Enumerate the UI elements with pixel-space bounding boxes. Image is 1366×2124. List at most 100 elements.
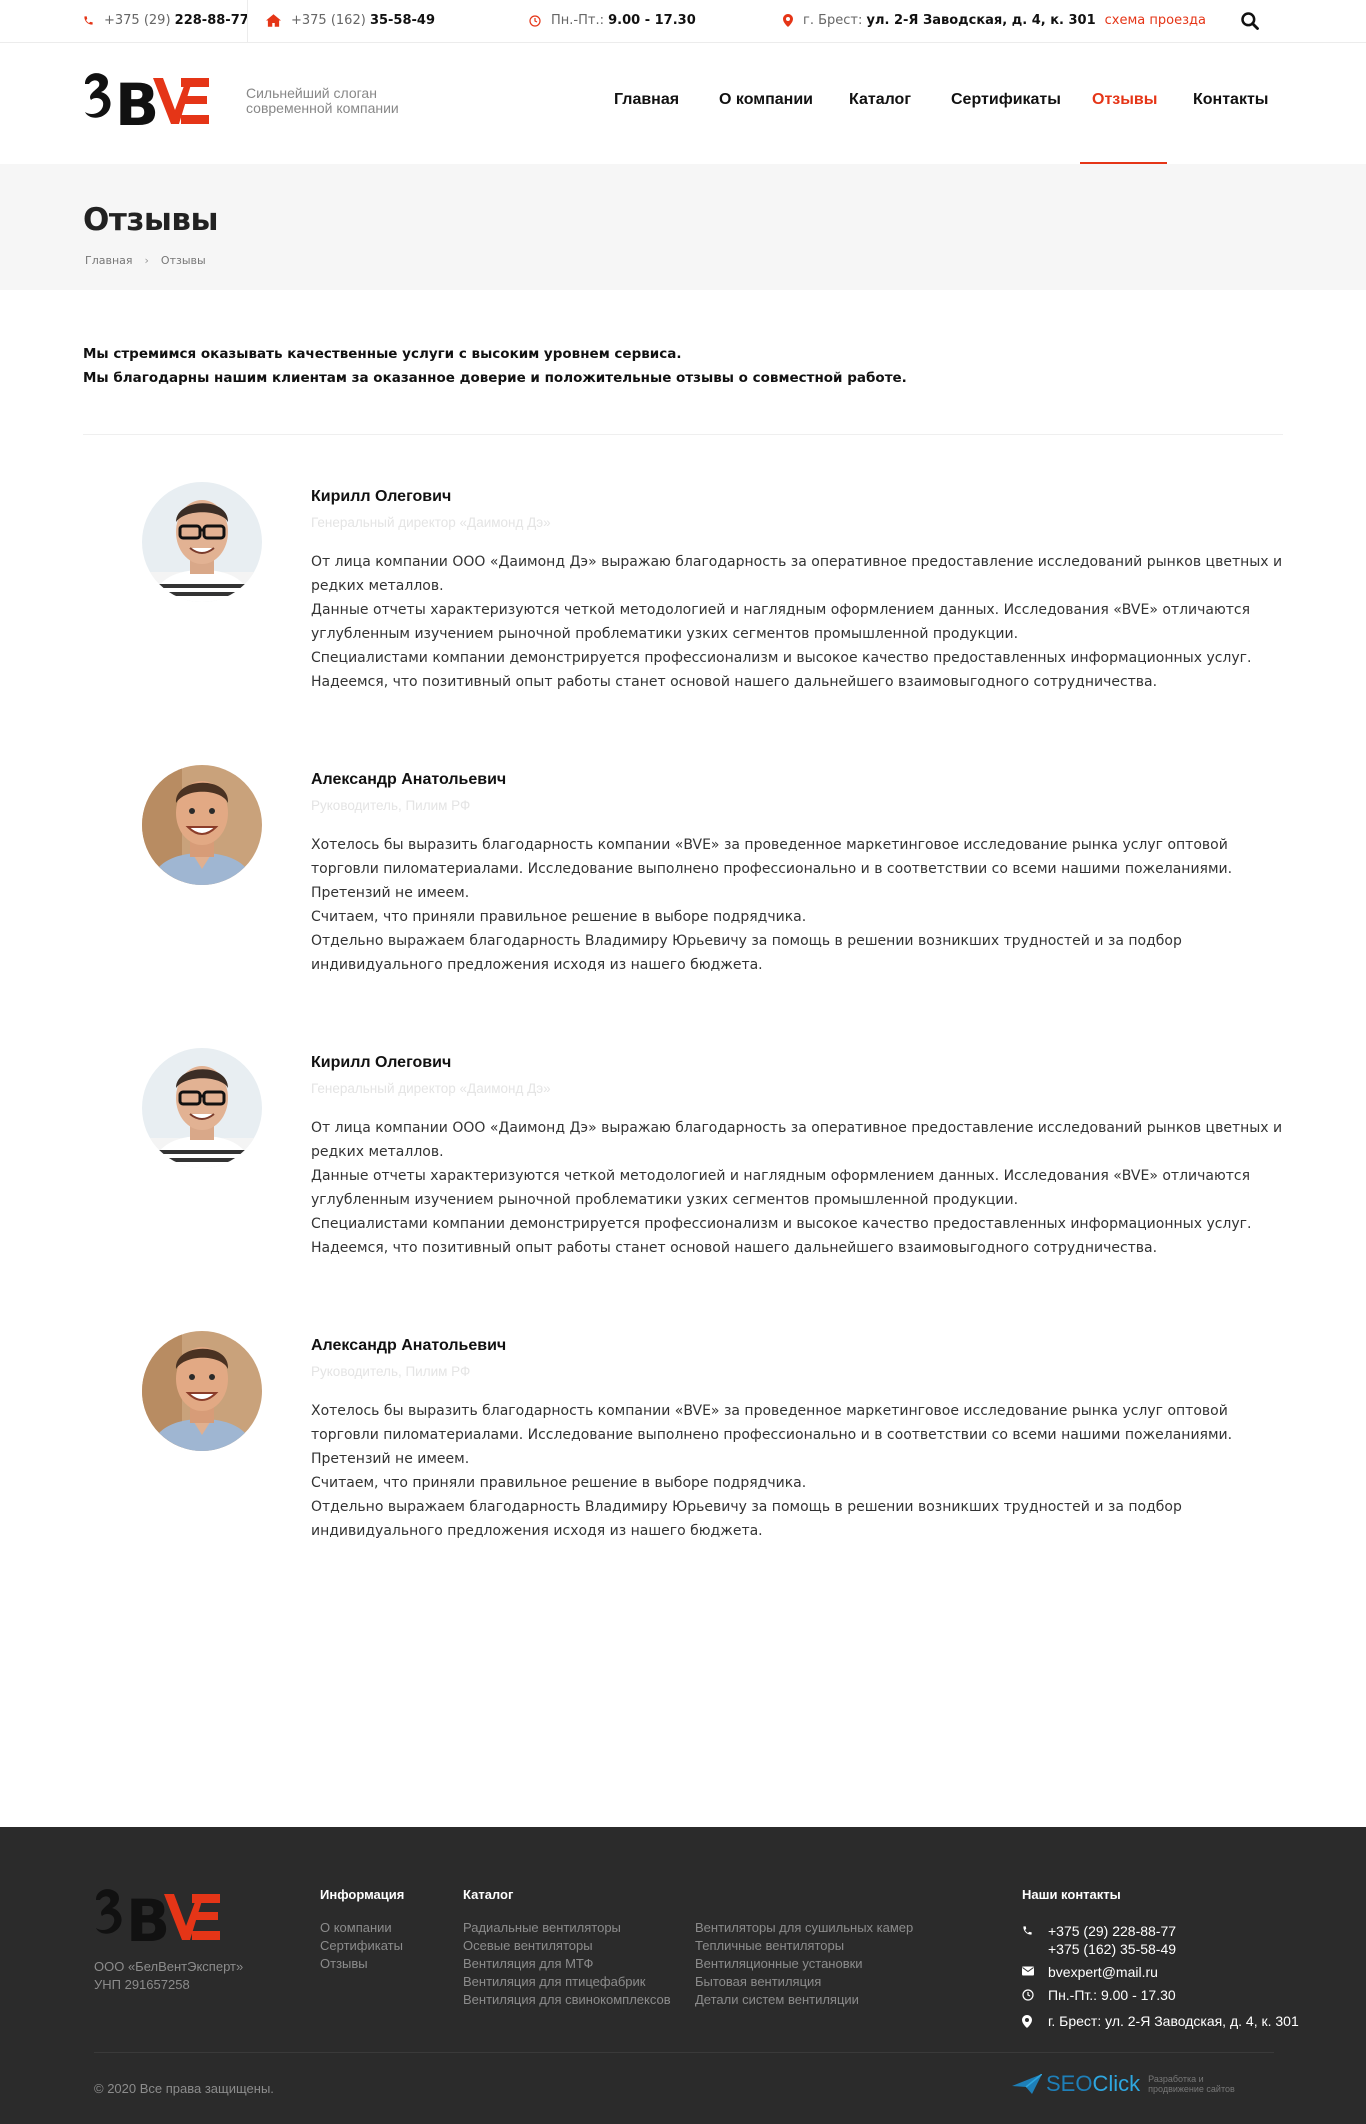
nav-item-reviews[interactable]: Отзывы [1092, 91, 1157, 109]
footer-link[interactable]: Тепличные вентиляторы [695, 1938, 844, 1953]
phone-1-code: +375 (29) [104, 13, 171, 28]
phone-icon [1023, 1926, 1032, 1935]
breadcrumb-home[interactable]: Главная [85, 254, 133, 267]
footer-link[interactable]: Бытовая вентиляция [695, 1974, 821, 1989]
phone-2-code: +375 (162) [291, 13, 366, 28]
clock-icon [529, 14, 541, 27]
developer-tagline-2: продвижение сайтов [1148, 2084, 1235, 2094]
developer-tagline: Разработка и продвижение сайтов [1148, 2074, 1235, 2094]
avatar [142, 482, 262, 602]
footer-catalog-list-2: Вентиляторы для сушильных камер Тепличны… [695, 1919, 913, 2009]
main-nav: Главная О компании Каталог Сертификаты О… [0, 91, 1366, 121]
review-paragraph: Отдельно выражаем благодарность Владимир… [311, 933, 1182, 973]
footer-logo[interactable]: B [94, 1886, 222, 1955]
footer-link[interactable]: Детали систем вентиляции [695, 1992, 859, 2007]
nav-item-contacts[interactable]: Контакты [1193, 91, 1268, 109]
footer-company-info: ООО «БелВентЭксперт» УНП 291657258 [94, 1958, 243, 1994]
address-value: ул. 2-Я Заводская, д. 4, к. 301 [866, 13, 1096, 28]
breadcrumb-current: Отзывы [160, 254, 206, 267]
phone-2-number: 35-58-49 [369, 13, 436, 28]
copyright: © 2020 Все права защищены. [94, 2081, 274, 2096]
review-text: От лица компании ООО «Даимонд Дэ» выража… [311, 1116, 1291, 1260]
footer-link[interactable]: Вентиляция для птицефабрик [463, 1974, 645, 1989]
footer-link[interactable]: Вентиляторы для сушильных камер [695, 1920, 913, 1935]
footer-hours: Пн.-Пт.: 9.00 - 17.30 [1048, 1987, 1176, 2003]
hours-value: 9.00 - 17.30 [608, 13, 696, 28]
developer-tagline-1: Разработка и [1148, 2074, 1204, 2084]
paper-plane-icon [1012, 2074, 1042, 2094]
avatar-man-glasses-icon [142, 482, 262, 602]
review-paragraph: Отдельно выражаем благодарность Владимир… [311, 1499, 1182, 1539]
footer-catalog-title: Каталог [463, 1887, 514, 1902]
footer-hours-row: Пн.-Пт.: 9.00 - 17.30 [1022, 1986, 1299, 2004]
topbar-address: г. Брест: ул. 2-Я Заводская, д. 4, к. 30… [783, 13, 1206, 28]
nav-item-certificates[interactable]: Сертификаты [951, 91, 1061, 109]
footer-phone-1: +375 (29) 228-88-77 [1048, 1923, 1177, 1939]
site-footer: B ООО «БелВентЭксперт» УНП 291657258 Инф… [0, 1827, 1366, 2124]
review-text: Хотелось бы выразить благодарность компа… [311, 1399, 1291, 1543]
footer-email: bvexpert@mail.ru [1048, 1964, 1158, 1980]
developer-badge[interactable]: SEOClick Разработка и продвижение сайтов [1012, 2071, 1235, 2097]
review-paragraph: Считаем, что приняли правильное решение … [311, 909, 807, 925]
page-title: Отзывы [83, 202, 219, 238]
route-map-link[interactable]: схема проезда [1105, 13, 1206, 28]
review-text: От лица компании ООО «Даимонд Дэ» выража… [311, 550, 1291, 694]
page-title-band: Отзывы Главная › Отзывы [0, 164, 1366, 290]
breadcrumb: Главная › Отзывы [85, 254, 206, 267]
review-paragraph: Хотелось бы выразить благодарность компа… [311, 1403, 1233, 1467]
reviewer-role: Генеральный директор «Даимонд Дэ» [311, 1081, 551, 1096]
reviewer-role: Генеральный директор «Даимонд Дэ» [311, 515, 551, 530]
avatar [142, 1048, 262, 1168]
topbar-divider [247, 0, 248, 43]
reviewer-role: Руководитель, Пилим РФ [311, 798, 471, 813]
nav-item-home[interactable]: Главная [614, 91, 679, 109]
footer-contacts-title: Наши контакты [1022, 1887, 1121, 1902]
chevron-right-icon: › [144, 254, 149, 267]
review-paragraph: От лица компании ООО «Даимонд Дэ» выража… [311, 1120, 1283, 1160]
svg-text:B: B [126, 1887, 167, 1948]
footer-company-unp: УНП 291657258 [94, 1977, 190, 1992]
home-icon [266, 14, 281, 27]
nav-item-about[interactable]: О компании [719, 91, 813, 109]
review-paragraph: Данные отчеты характеризуются четкой мет… [311, 1168, 1251, 1208]
avatar-man-smiling-icon [142, 1331, 262, 1451]
topbar-phone-2[interactable]: +375 (162) 35-58-49 [266, 13, 435, 28]
topbar-hours: Пн.-Пт.: 9.00 - 17.30 [529, 13, 696, 28]
footer-company-name: ООО «БелВентЭксперт» [94, 1959, 244, 1974]
footer-link[interactable]: Сертификаты [320, 1938, 403, 1953]
footer-link[interactable]: О компании [320, 1920, 392, 1935]
footer-link[interactable]: Вентиляционные установки [695, 1956, 863, 1971]
avatar [142, 1331, 262, 1451]
footer-link[interactable]: Радиальные вентиляторы [463, 1920, 621, 1935]
footer-email-row[interactable]: bvexpert@mail.ru [1022, 1963, 1299, 1981]
developer-brand: SEOClick [1046, 2071, 1140, 2097]
footer-contacts: +375 (29) 228-88-77 +375 (162) 35-58-49 … [1022, 1922, 1299, 2035]
review-paragraph: Данные отчеты характеризуются четкой мет… [311, 602, 1251, 642]
section-divider [83, 434, 1283, 435]
footer-link[interactable]: Осевые вентиляторы [463, 1938, 593, 1953]
reviewer-role: Руководитель, Пилим РФ [311, 1364, 471, 1379]
footer-phone-2: +375 (162) 35-58-49 [1048, 1941, 1177, 1957]
topbar-phone-1[interactable]: +375 (29) 228-88-77 [83, 13, 249, 28]
intro-text: Мы стремимся оказывать качественные услу… [83, 342, 907, 390]
intro-line-2: Мы благодарны нашим клиентам за оказанно… [83, 370, 907, 386]
avatar [142, 765, 262, 885]
review-paragraph: Хотелось бы выразить благодарность компа… [311, 837, 1233, 901]
footer-link[interactable]: Вентиляция для МТФ [463, 1956, 593, 1971]
footer-divider [94, 2052, 1274, 2053]
developer-brand-part-1: SEO [1046, 2071, 1093, 2096]
footer-link[interactable]: Вентиляция для свинокомплексов [463, 1992, 671, 2007]
reviewer-name: Александр Анатольевич [311, 771, 507, 788]
footer-catalog-list-1: Радиальные вентиляторы Осевые вентилятор… [463, 1919, 671, 2009]
reviewer-name: Александр Анатольевич [311, 1337, 507, 1354]
nav-item-catalog[interactable]: Каталог [849, 91, 911, 109]
phone-icon [84, 16, 93, 25]
footer-phones[interactable]: +375 (29) 228-88-77 +375 (162) 35-58-49 [1022, 1922, 1299, 1958]
footer-link[interactable]: Отзывы [320, 1956, 368, 1971]
review-paragraph: Надеемся, что позитивный опыт работы ста… [311, 674, 1158, 690]
intro-line-1: Мы стремимся оказывать качественные услу… [83, 346, 682, 362]
review-text: Хотелось бы выразить благодарность компа… [311, 833, 1291, 977]
search-button[interactable] [1240, 11, 1260, 31]
footer-address: г. Брест: ул. 2-Я Заводская, д. 4, к. 30… [1048, 2013, 1299, 2029]
location-pin-icon [783, 14, 793, 27]
